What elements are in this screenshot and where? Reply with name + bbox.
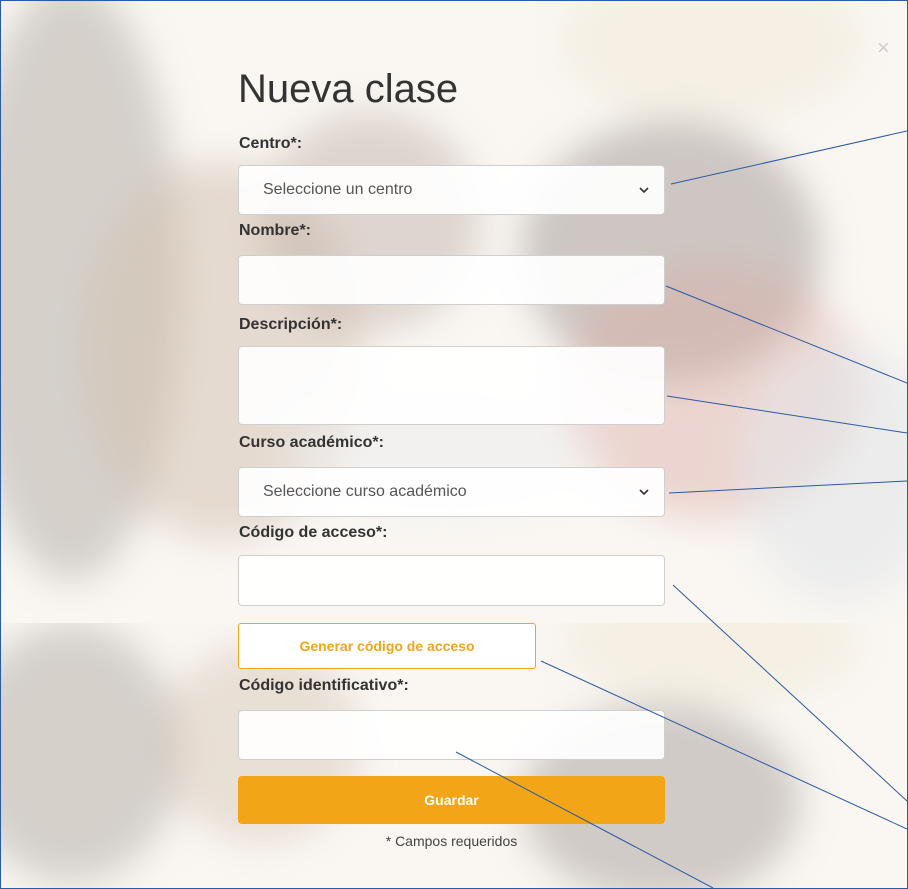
chevron-down-icon: [639, 489, 649, 496]
descripcion-textarea[interactable]: [238, 346, 665, 425]
curso-label: Curso académico*:: [239, 434, 384, 451]
page-title: Nueva clase: [238, 67, 459, 111]
codigo-identificativo-input[interactable]: [238, 710, 665, 760]
curso-select-value: Seleccione curso académico: [263, 483, 467, 500]
descripcion-label: Descripción*:: [239, 316, 343, 333]
curso-select[interactable]: Seleccione curso académico: [238, 467, 665, 517]
centro-select-value: Seleccione un centro: [263, 181, 413, 198]
nombre-label: Nombre*:: [239, 222, 312, 239]
codigo-identificativo-label: Código identificativo*:: [239, 677, 409, 694]
screenshot-frame: × Nueva clase Centro*: Seleccione un cen…: [0, 0, 908, 889]
generar-codigo-button[interactable]: Generar código de acceso: [238, 623, 536, 669]
codigo-acceso-label: Código de acceso*:: [239, 524, 388, 541]
codigo-acceso-input[interactable]: [238, 555, 665, 606]
centro-label: Centro*:: [239, 135, 303, 152]
chevron-down-icon: [639, 187, 649, 194]
guardar-button[interactable]: Guardar: [238, 776, 665, 824]
centro-select[interactable]: Seleccione un centro: [238, 165, 665, 215]
nombre-input[interactable]: [238, 255, 665, 305]
close-icon[interactable]: ×: [877, 37, 890, 59]
required-note: * Campos requeridos: [385, 833, 518, 849]
